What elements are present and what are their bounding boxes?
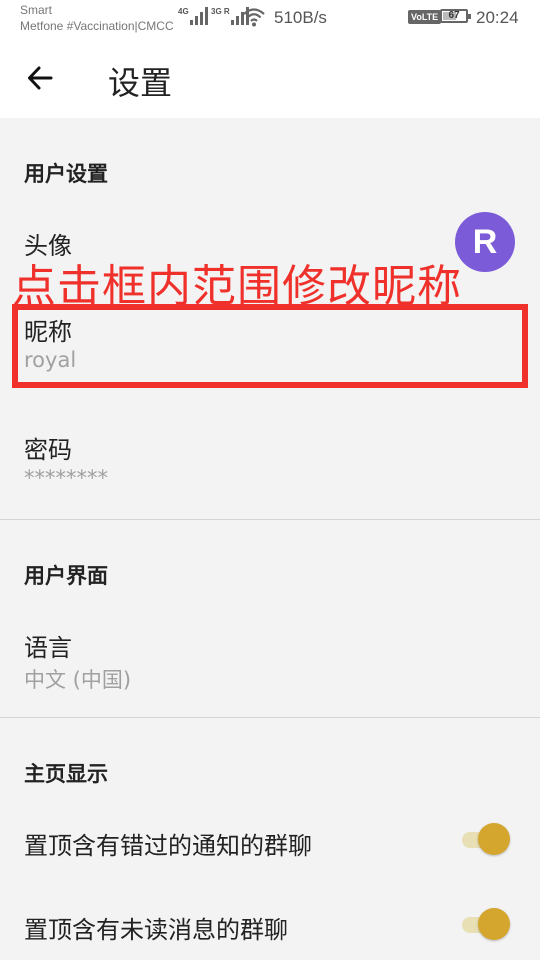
section-divider xyxy=(0,717,540,718)
language-setting-title: 语言 xyxy=(24,634,72,662)
app-bar: 设置 xyxy=(0,40,540,118)
avatar[interactable]: R xyxy=(455,212,515,272)
password-setting-title: 密码 xyxy=(24,436,72,464)
switch-thumb xyxy=(478,823,510,855)
section-header-user-settings: 用户设置 xyxy=(24,162,108,186)
avatar-initial: R xyxy=(472,222,498,261)
battery-icon: 67 xyxy=(440,9,471,23)
signal-type-label: 4G xyxy=(178,7,189,16)
carrier-secondary: Metfone #Vaccination|CMCC xyxy=(20,19,174,33)
arrow-left-icon xyxy=(28,66,53,90)
page-title: 设置 xyxy=(108,64,173,102)
switch-thumb xyxy=(478,908,510,940)
highlight-box xyxy=(12,304,528,388)
section-header-home-display: 主页显示 xyxy=(24,762,108,786)
volte-badge: VoLTE xyxy=(408,10,442,24)
pin-unread-messages-switch[interactable] xyxy=(462,908,510,942)
pin-missed-notifications-switch[interactable] xyxy=(462,823,510,857)
carrier-name: Smart xyxy=(20,3,53,17)
battery-level: 67 xyxy=(448,10,460,21)
pin-unread-messages-title: 置顶含有未读消息的群聊 xyxy=(24,916,288,944)
language-value: 中文 (中国) xyxy=(24,668,132,692)
signal-type-label: 3G R xyxy=(211,7,230,16)
signal-strength-icon: 4G xyxy=(178,7,208,25)
wifi-icon xyxy=(243,8,265,27)
password-value: ******** xyxy=(24,466,108,490)
status-bar: Smart Metfone #Vaccination|CMCC 4G 3G R … xyxy=(0,0,540,40)
section-divider xyxy=(0,519,540,520)
back-button[interactable] xyxy=(22,60,58,96)
network-speed: 510B/s xyxy=(274,8,327,27)
section-header-user-interface: 用户界面 xyxy=(24,564,108,588)
status-time: 20:24 xyxy=(476,8,519,27)
pin-missed-notifications-title: 置顶含有错过的通知的群聊 xyxy=(24,832,312,860)
